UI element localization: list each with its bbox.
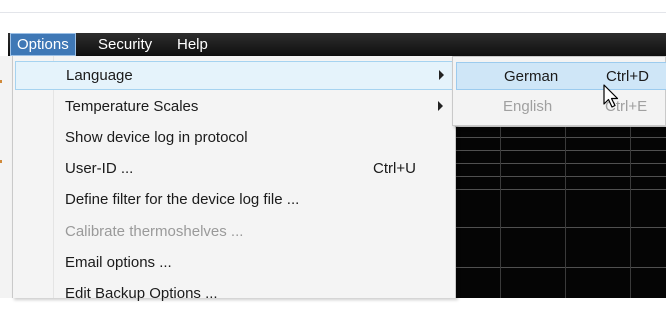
submenu-item-english: English Ctrl+E — [456, 93, 666, 121]
window-top-area — [0, 0, 666, 33]
grid-line — [455, 267, 666, 268]
menu-item-label: Email options ... — [65, 254, 172, 271]
grid-line — [455, 189, 666, 190]
grid-line — [455, 176, 666, 177]
grid-line — [455, 227, 666, 228]
menu-item-label: Temperature Scales — [65, 98, 199, 115]
menu-item-label: Calibrate thermoshelves ... — [65, 223, 244, 240]
submenu-item-label: English — [503, 98, 553, 115]
menu-item-define-filter[interactable]: Define filter for the device log file ..… — [15, 186, 453, 215]
grid-line — [630, 127, 631, 298]
grid-line — [565, 127, 566, 298]
menubar: Options Security Help — [8, 33, 666, 56]
grid-line — [455, 163, 666, 164]
submenu-item-shortcut: Ctrl+D — [606, 68, 649, 85]
menu-item-edit-backup-options[interactable]: Edit Backup Options ... — [15, 280, 453, 309]
menu-options[interactable]: Options — [10, 33, 76, 56]
menu-item-shortcut: Ctrl+U — [373, 160, 416, 177]
menu-item-show-device-log[interactable]: Show device log in protocol — [15, 124, 453, 153]
menu-item-label: Show device log in protocol — [65, 129, 248, 146]
app-left-edge — [0, 56, 8, 298]
menu-item-language[interactable]: Language — [15, 61, 453, 90]
menu-item-label: Edit Backup Options ... — [65, 285, 218, 302]
menu-help[interactable]: Help — [171, 33, 214, 56]
options-dropdown-menu: Language Temperature Scales Show device … — [12, 56, 456, 302]
chevron-right-icon — [438, 101, 443, 111]
menu-item-temperature-scales[interactable]: Temperature Scales — [15, 93, 453, 122]
menu-security[interactable]: Security — [92, 33, 158, 56]
grid-line — [455, 150, 666, 151]
menu-item-label: User-ID ... — [65, 160, 134, 177]
mouse-pointer-icon — [603, 84, 619, 108]
menu-item-user-id[interactable]: User-ID ... Ctrl+U — [15, 155, 453, 184]
menu-item-label: Define filter for the device log file ..… — [65, 191, 300, 208]
chevron-right-icon — [439, 70, 444, 80]
device-chart-panel — [455, 127, 666, 298]
grid-line — [500, 127, 501, 298]
top-divider — [0, 12, 666, 13]
edge-marker — [0, 160, 2, 163]
menu-item-email-options[interactable]: Email options ... — [15, 249, 453, 278]
language-submenu: German Ctrl+D English Ctrl+E — [452, 56, 666, 126]
edge-marker — [0, 80, 2, 83]
submenu-item-label: German — [504, 68, 559, 85]
menu-item-label: Language — [66, 67, 133, 84]
submenu-item-german[interactable]: German Ctrl+D — [456, 62, 666, 90]
menu-item-calibrate-thermoshelves: Calibrate thermoshelves ... — [15, 218, 453, 247]
grid-line — [455, 137, 666, 138]
